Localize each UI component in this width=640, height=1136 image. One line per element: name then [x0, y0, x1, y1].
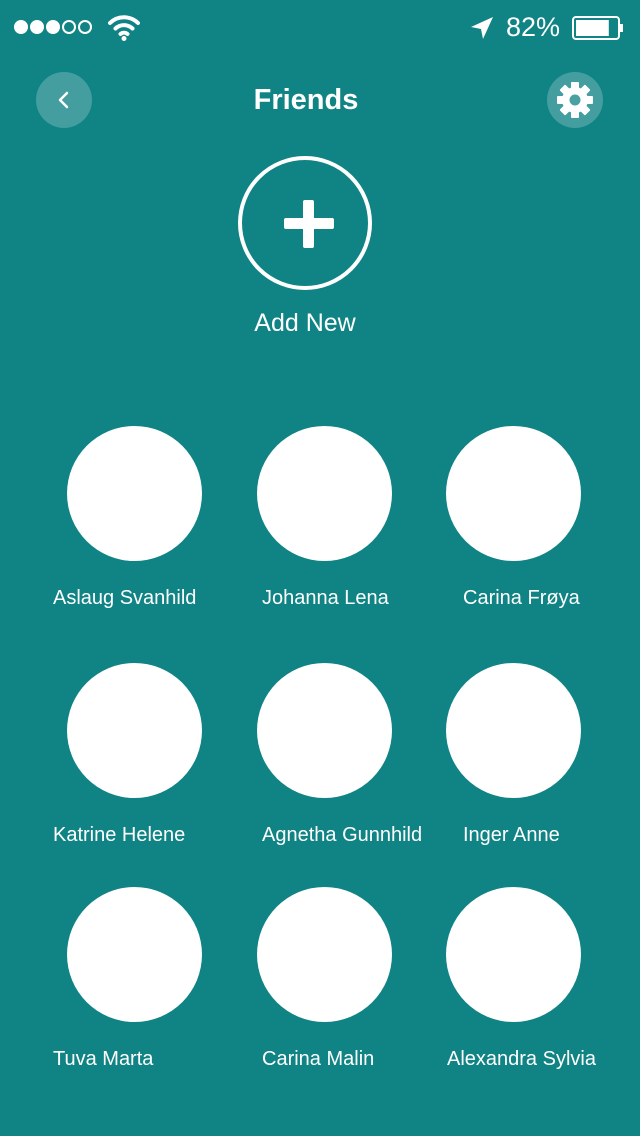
friend-item[interactable]: Aslaug Svanhild — [53, 426, 257, 609]
avatar[interactable] — [67, 426, 202, 561]
avatar[interactable] — [446, 887, 581, 1022]
avatar[interactable] — [257, 887, 392, 1022]
friend-item[interactable]: Carina Malin — [257, 887, 447, 1070]
friend-name: Inger Anne — [463, 824, 560, 846]
friend-item[interactable]: Katrine Helene — [53, 663, 257, 846]
friend-name: Alexandra Sylvia — [447, 1048, 596, 1070]
avatar[interactable] — [257, 426, 392, 561]
friend-item[interactable]: Alexandra Sylvia — [446, 887, 636, 1070]
friend-name: Carina Malin — [262, 1048, 375, 1070]
friend-name: Agnetha Gunnhild — [262, 824, 423, 846]
friend-item[interactable]: Carina Frøya — [446, 426, 636, 609]
friend-item[interactable]: Tuva Marta — [53, 887, 257, 1070]
avatar[interactable] — [446, 663, 581, 798]
avatar[interactable] — [446, 426, 581, 561]
friend-name: Katrine Helene — [53, 824, 186, 846]
friend-name: Johanna Lena — [262, 587, 389, 609]
avatar[interactable] — [257, 663, 392, 798]
friends-grid: Aslaug Svanhild Johanna Lena Carina Frøy… — [0, 0, 640, 1136]
friend-name: Aslaug Svanhild — [53, 587, 197, 609]
friend-item[interactable]: Inger Anne — [446, 663, 636, 846]
friend-name: Carina Frøya — [463, 587, 580, 609]
friend-item[interactable]: Agnetha Gunnhild — [257, 663, 447, 846]
avatar[interactable] — [67, 663, 202, 798]
friend-name: Tuva Marta — [53, 1048, 154, 1070]
avatar[interactable] — [67, 887, 202, 1022]
friend-item[interactable]: Johanna Lena — [257, 426, 447, 609]
